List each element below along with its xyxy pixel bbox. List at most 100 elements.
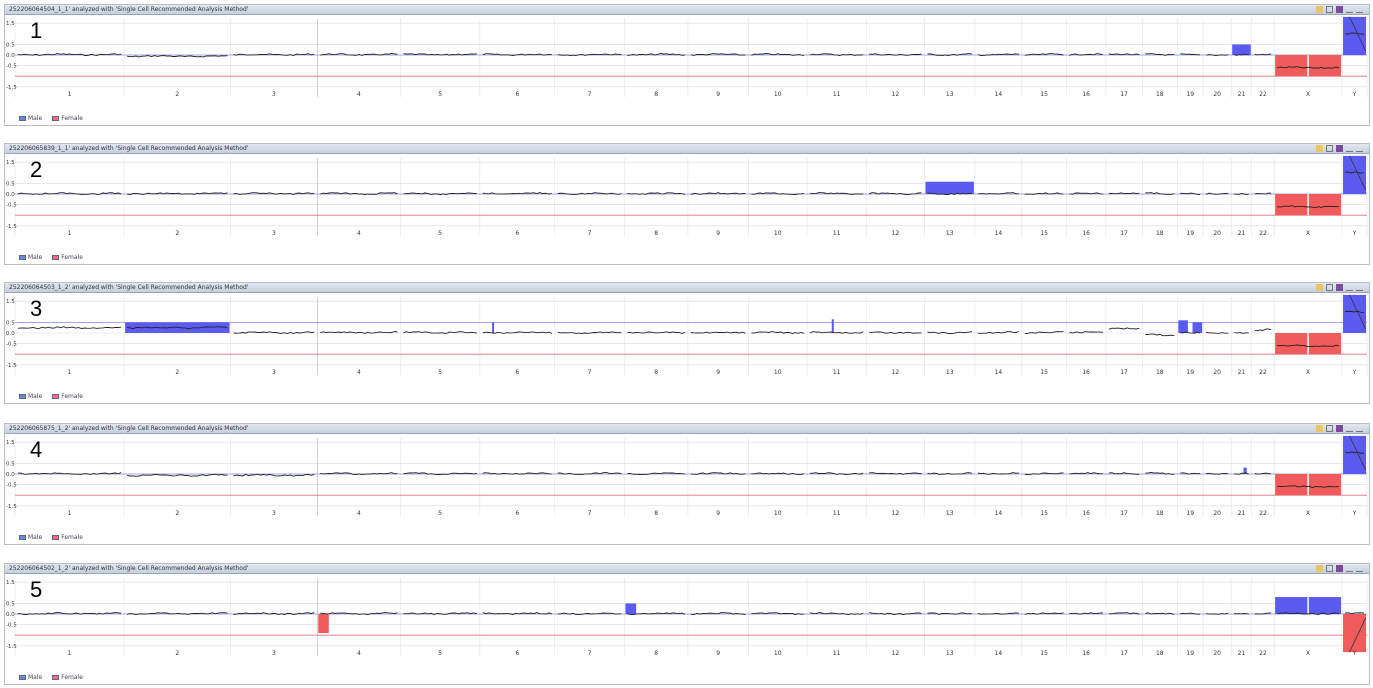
pin-icon[interactable] bbox=[1346, 145, 1353, 152]
chromosome-label: 6 bbox=[515, 369, 519, 375]
chromosome-label: 20 bbox=[1213, 91, 1221, 97]
gain-segment[interactable] bbox=[1343, 155, 1366, 194]
table-icon[interactable] bbox=[1326, 425, 1333, 432]
chromosome-label: 8 bbox=[654, 510, 658, 516]
chromosome-label: 22 bbox=[1259, 510, 1267, 516]
gain-segment[interactable] bbox=[925, 181, 974, 194]
legend-label: Female bbox=[61, 254, 83, 261]
legend-label: Male bbox=[28, 393, 43, 400]
log-ratio-trace bbox=[1344, 612, 1365, 615]
pin-icon[interactable] bbox=[1346, 565, 1353, 572]
gain-segment[interactable] bbox=[831, 319, 834, 333]
legend-item-female: Female bbox=[52, 534, 83, 541]
chromosome-label: 8 bbox=[654, 650, 658, 656]
pin-icon[interactable] bbox=[1346, 6, 1353, 13]
close-icon[interactable] bbox=[1356, 284, 1363, 291]
loss-segment[interactable] bbox=[318, 614, 329, 634]
chromosome-label: 22 bbox=[1259, 230, 1267, 236]
table-icon[interactable] bbox=[1326, 565, 1333, 572]
chromosome-label: 16 bbox=[1082, 91, 1090, 97]
gain-segment[interactable] bbox=[492, 322, 495, 333]
chromosome-label: 6 bbox=[515, 230, 519, 236]
log-ratio-trace bbox=[17, 326, 122, 329]
chromosome-label: 11 bbox=[833, 91, 841, 97]
chromosome-label: 21 bbox=[1238, 91, 1246, 97]
pin-icon[interactable] bbox=[1346, 284, 1353, 291]
chromosome-label: 20 bbox=[1213, 230, 1221, 236]
y-tick-label: -1.5 bbox=[6, 85, 17, 91]
chromosome-label: 12 bbox=[892, 650, 900, 656]
lock-icon[interactable] bbox=[1316, 565, 1323, 572]
chromosome-label: 7 bbox=[588, 650, 592, 656]
chromosome-label: 11 bbox=[833, 510, 841, 516]
close-icon[interactable] bbox=[1356, 145, 1363, 152]
chromosome-label: 15 bbox=[1040, 230, 1048, 236]
legend-item-male: Male bbox=[19, 393, 42, 400]
legend-swatch bbox=[52, 255, 60, 260]
chromosome-label: 22 bbox=[1259, 650, 1267, 656]
panel-titlebar: 252206064503_1_2' analyzed with 'Single … bbox=[5, 283, 1369, 293]
chromosome-label: 16 bbox=[1082, 230, 1090, 236]
chromosome-label: 5 bbox=[438, 369, 442, 375]
chromosome-label: 10 bbox=[774, 230, 782, 236]
chromosome-label: 8 bbox=[654, 369, 658, 375]
chromosome-label: 16 bbox=[1082, 369, 1090, 375]
gain-segment[interactable] bbox=[1343, 435, 1366, 474]
lock-icon[interactable] bbox=[1316, 6, 1323, 13]
y-tick-label: -0.5 bbox=[6, 203, 17, 209]
chart-icon[interactable] bbox=[1336, 284, 1343, 291]
gain-segment[interactable] bbox=[1232, 44, 1251, 55]
gain-segment[interactable] bbox=[625, 603, 637, 614]
chart-icon[interactable] bbox=[1336, 6, 1343, 13]
chart-icon[interactable] bbox=[1336, 425, 1343, 432]
close-icon[interactable] bbox=[1356, 425, 1363, 432]
log-ratio-trace bbox=[1108, 53, 1140, 56]
chart-icon[interactable] bbox=[1336, 145, 1343, 152]
lock-icon[interactable] bbox=[1316, 284, 1323, 291]
chart-title: 252206064502_1_2' analyzed with 'Single … bbox=[9, 565, 249, 572]
loss-segment[interactable] bbox=[1343, 614, 1366, 653]
titlebar-icons bbox=[1316, 425, 1363, 432]
chromosome-label: 1 bbox=[68, 510, 72, 516]
table-icon[interactable] bbox=[1326, 6, 1333, 13]
table-icon[interactable] bbox=[1326, 145, 1333, 152]
log-ratio-trace bbox=[127, 55, 228, 58]
chart-panel: 252206065839_1_1' analyzed with 'Single … bbox=[4, 143, 1370, 265]
chromosome-label: 2 bbox=[175, 650, 179, 656]
chromosome-label: 21 bbox=[1238, 510, 1246, 516]
chromosome-label: 5 bbox=[438, 91, 442, 97]
close-icon[interactable] bbox=[1356, 6, 1363, 13]
gain-segment[interactable] bbox=[1343, 16, 1366, 55]
gain-segment[interactable] bbox=[1343, 294, 1366, 333]
chromosome-label: 20 bbox=[1213, 650, 1221, 656]
y-tick-label: 1.5 bbox=[6, 21, 15, 27]
legend-label: Female bbox=[61, 674, 83, 681]
chromosome-label: Y bbox=[1352, 369, 1357, 375]
chromosome-label: 18 bbox=[1156, 230, 1164, 236]
chromosome-label: 4 bbox=[357, 91, 361, 97]
legend-label: Male bbox=[28, 254, 43, 261]
table-icon[interactable] bbox=[1326, 284, 1333, 291]
gain-segment[interactable] bbox=[1178, 320, 1188, 333]
chromosome-label: X bbox=[1306, 510, 1310, 516]
pin-icon[interactable] bbox=[1346, 425, 1353, 432]
chromosome-label: 2 bbox=[175, 230, 179, 236]
log-ratio-trace bbox=[1206, 612, 1229, 615]
chromosome-label: 8 bbox=[654, 91, 658, 97]
y-tick-label: 0.5 bbox=[6, 320, 15, 326]
chromosome-label: 3 bbox=[272, 91, 276, 97]
chromosome-label: 10 bbox=[774, 91, 782, 97]
gain-segment[interactable] bbox=[1192, 322, 1203, 333]
cnv-plot: 1.50.50.0-0.5-1.51 2 3 4 5 6 7 8 9 10 11 12 13 14 15 16… bbox=[6, 16, 1368, 97]
chart-icon[interactable] bbox=[1336, 565, 1343, 572]
lock-icon[interactable] bbox=[1316, 425, 1323, 432]
chromosome-label: 3 bbox=[272, 369, 276, 375]
lock-icon[interactable] bbox=[1316, 145, 1323, 152]
y-tick-label: -0.5 bbox=[6, 342, 17, 348]
chromosome-label: 5 bbox=[438, 230, 442, 236]
chromosome-label: 20 bbox=[1213, 369, 1221, 375]
cnv-plot: 1.50.50.0-0.5-1.51 2 3 4 5 6 7 8 9 10 11 12 13 14 15 16… bbox=[6, 155, 1368, 236]
close-icon[interactable] bbox=[1356, 565, 1363, 572]
y-tick-label: 0.5 bbox=[6, 181, 15, 187]
chart-panel: 252206065875_1_2' analyzed with 'Single … bbox=[4, 423, 1370, 545]
